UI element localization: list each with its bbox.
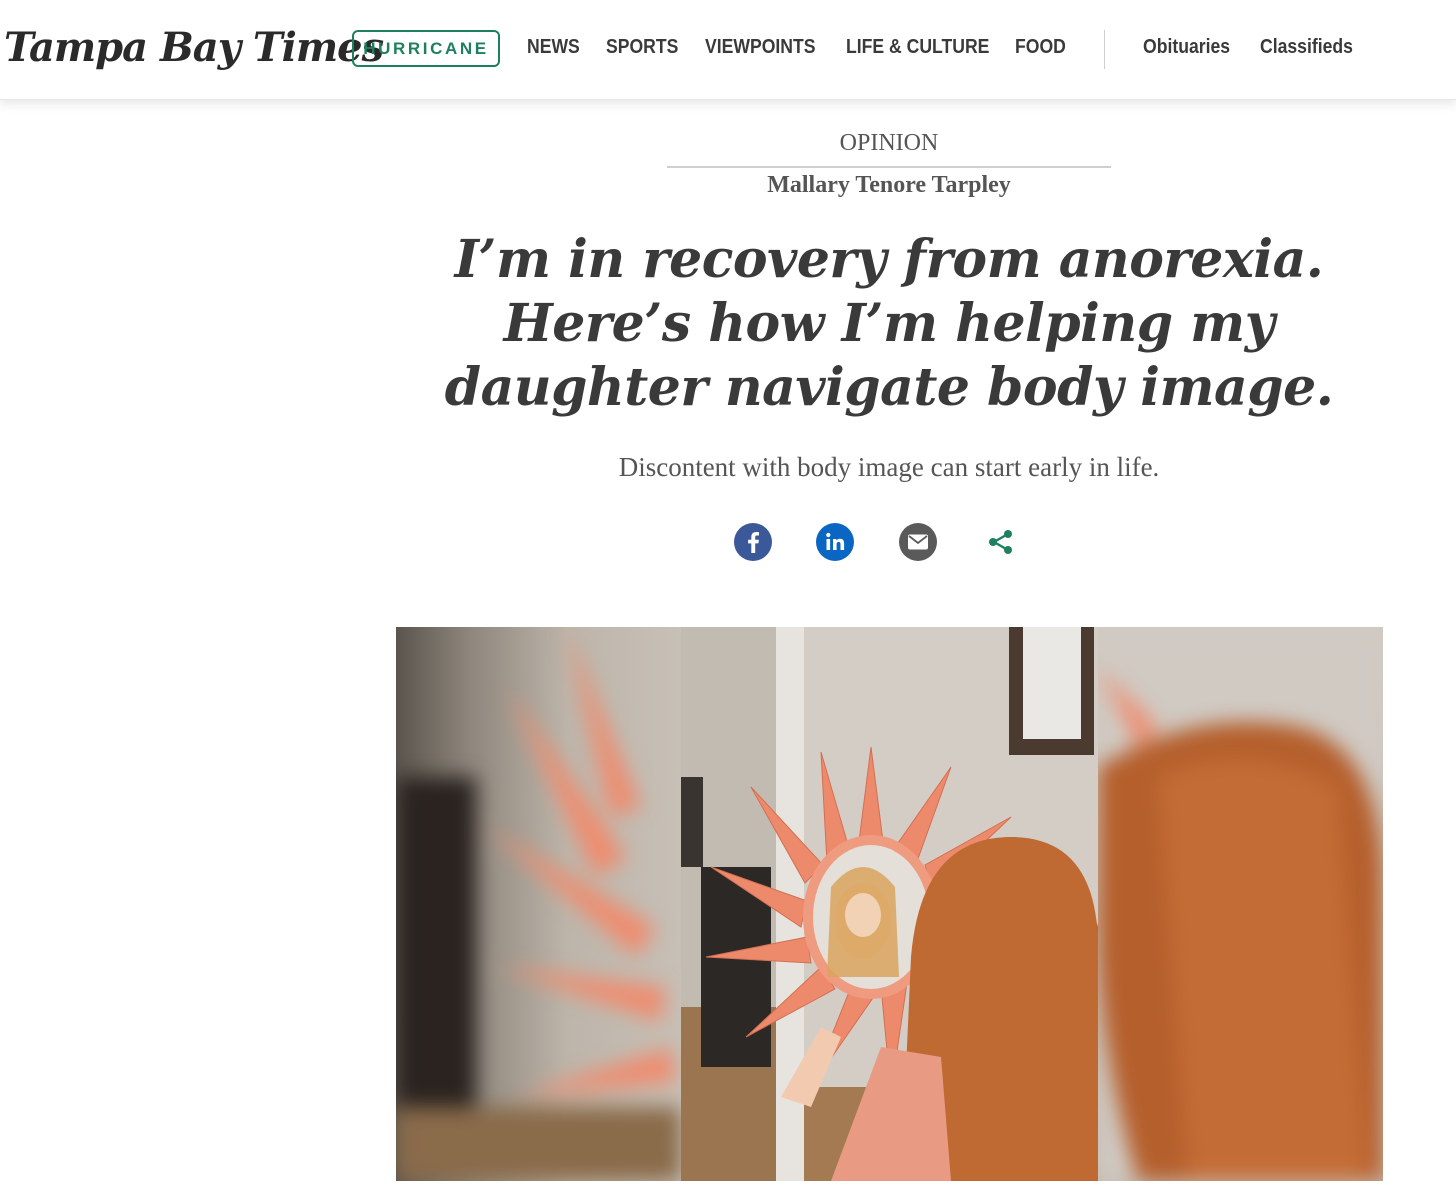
nav-item-food[interactable]: FOOD (1015, 36, 1066, 59)
photo-blur-left (396, 627, 681, 1181)
linkedin-icon[interactable] (815, 522, 855, 562)
nav-divider (1104, 30, 1105, 69)
nav-item-classifieds[interactable]: Classifieds (1260, 36, 1353, 59)
site-logo[interactable]: Tampa Bay Times (4, 24, 384, 71)
nav-item-viewpoints[interactable]: VIEWPOINTS (705, 36, 816, 59)
article-dek: Discontent with body image can start ear… (618, 452, 1160, 482)
facebook-icon[interactable] (733, 522, 773, 562)
hurricane-badge[interactable]: HURRICANE (352, 30, 500, 67)
nav-item-life-culture[interactable]: LIFE & CULTURE (846, 36, 989, 59)
section-label[interactable]: OPINION (667, 130, 1111, 157)
section-divider (667, 166, 1111, 168)
article-headline: I’m in recovery from anorexia. Here’s ho… (400, 228, 1378, 420)
email-icon[interactable] (898, 522, 938, 562)
nav-item-obituaries[interactable]: Obituaries (1143, 36, 1230, 59)
headline-line: I’m in recovery from anorexia. (454, 229, 1324, 290)
headline-line: Here’s how I’m helping my (503, 293, 1275, 354)
site-header: Tampa Bay Times HURRICANE NEWS SPORTS VI… (0, 0, 1456, 100)
share-icon[interactable] (981, 522, 1021, 562)
photo-main (681, 627, 1098, 1181)
photo-blur-right (1098, 627, 1383, 1181)
hero-photo (396, 627, 1383, 1181)
author-byline[interactable]: Mallary Tenore Tarpley (600, 172, 1178, 199)
headline-line: daughter navigate body image. (444, 357, 1334, 418)
nav-item-sports[interactable]: SPORTS (606, 36, 678, 59)
nav-item-news[interactable]: NEWS (527, 36, 580, 59)
